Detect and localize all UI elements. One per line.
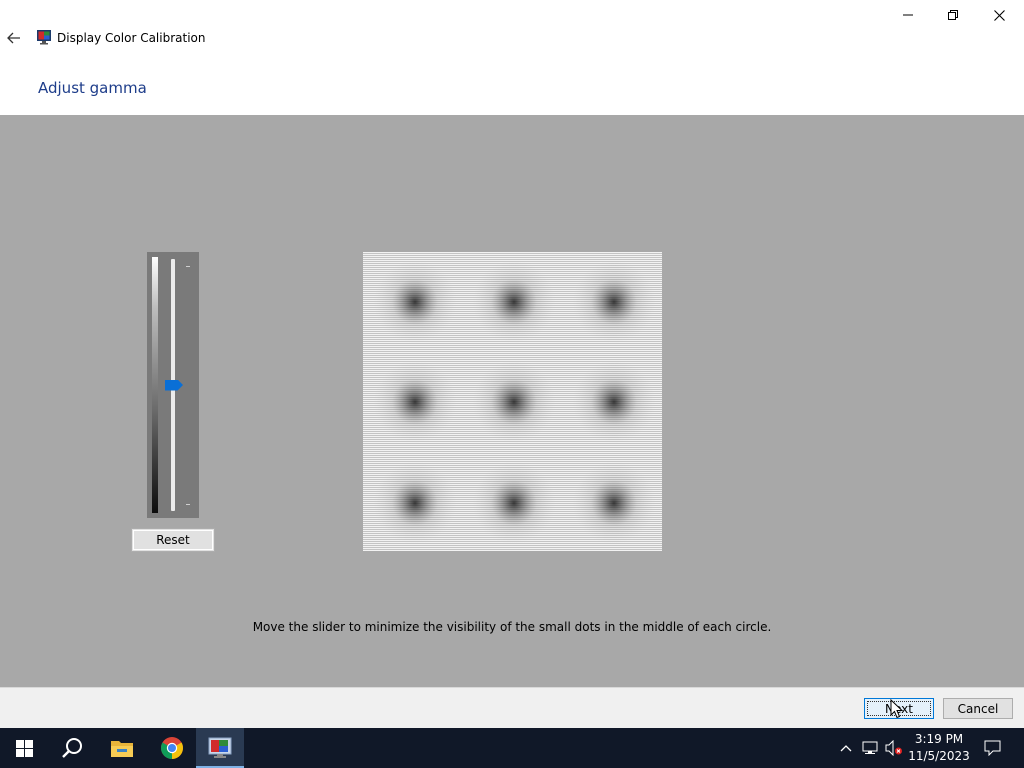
gamma-circle <box>572 461 656 545</box>
next-button[interactable]: Next <box>864 698 934 719</box>
maximize-button[interactable] <box>930 0 976 30</box>
taskbar: 3:19 PM 11/5/2023 <box>0 728 1024 768</box>
gamma-circle <box>572 260 656 344</box>
gamma-content-area: Reset Move the slider to minimize the vi… <box>0 115 1024 687</box>
volume-muted-icon <box>885 740 902 756</box>
notification-icon <box>984 740 1000 756</box>
clock-time: 3:19 PM <box>914 732 964 746</box>
slider-tick-top <box>186 266 190 267</box>
maximize-icon <box>948 10 958 20</box>
gamma-slider-panel <box>147 252 199 518</box>
title-bar: Display Color Calibration Adjust gamma <box>0 0 1024 97</box>
search-icon <box>62 738 82 758</box>
chrome-icon <box>161 737 183 759</box>
clock-date: 11/5/2023 <box>908 749 970 763</box>
back-button[interactable] <box>4 28 24 48</box>
gamma-circles <box>373 260 656 545</box>
minimize-icon <box>903 14 913 16</box>
gamma-gradient-bar <box>152 257 158 513</box>
window-title: Display Color Calibration <box>57 31 206 45</box>
taskbar-clock[interactable]: 3:19 PM 11/5/2023 <box>906 731 972 765</box>
taskbar-display-calibration[interactable] <box>196 728 244 768</box>
volume-tray-button[interactable] <box>884 738 904 758</box>
cancel-button[interactable]: Cancel <box>943 698 1013 719</box>
page-title: Adjust gamma <box>38 79 147 97</box>
gamma-slider-thumb[interactable] <box>165 379 183 391</box>
start-button[interactable] <box>0 728 48 768</box>
taskbar-file-explorer[interactable] <box>98 728 146 768</box>
calibration-window: Display Color Calibration Adjust gamma R… <box>0 0 1024 768</box>
gamma-circle <box>373 360 457 444</box>
gamma-circle <box>373 260 457 344</box>
action-center-button[interactable] <box>982 738 1002 758</box>
chevron-up-icon <box>840 745 852 752</box>
network-tray-button[interactable] <box>860 738 880 758</box>
display-calibration-icon <box>208 737 232 758</box>
display-calibration-icon <box>37 30 51 45</box>
gamma-circle <box>472 360 556 444</box>
gamma-circle <box>472 260 556 344</box>
close-button[interactable] <box>976 0 1022 30</box>
arrow-left-icon <box>7 32 20 44</box>
close-icon <box>993 9 1005 21</box>
reset-button[interactable]: Reset <box>131 528 215 552</box>
gamma-test-pattern <box>363 252 662 551</box>
footer-bar: Next Cancel <box>0 687 1024 728</box>
gamma-circle <box>472 461 556 545</box>
minimize-button[interactable] <box>885 0 931 30</box>
network-icon <box>862 741 878 754</box>
slider-tick-bottom <box>186 504 190 505</box>
file-explorer-icon <box>111 741 133 757</box>
windows-start-icon <box>15 739 33 757</box>
taskbar-search-button[interactable] <box>48 728 96 768</box>
gamma-circle <box>572 360 656 444</box>
instruction-text: Move the slider to minimize the visibili… <box>252 620 772 634</box>
show-hidden-icons-button[interactable] <box>836 738 856 758</box>
gamma-circle <box>373 461 457 545</box>
taskbar-chrome[interactable] <box>148 728 196 768</box>
